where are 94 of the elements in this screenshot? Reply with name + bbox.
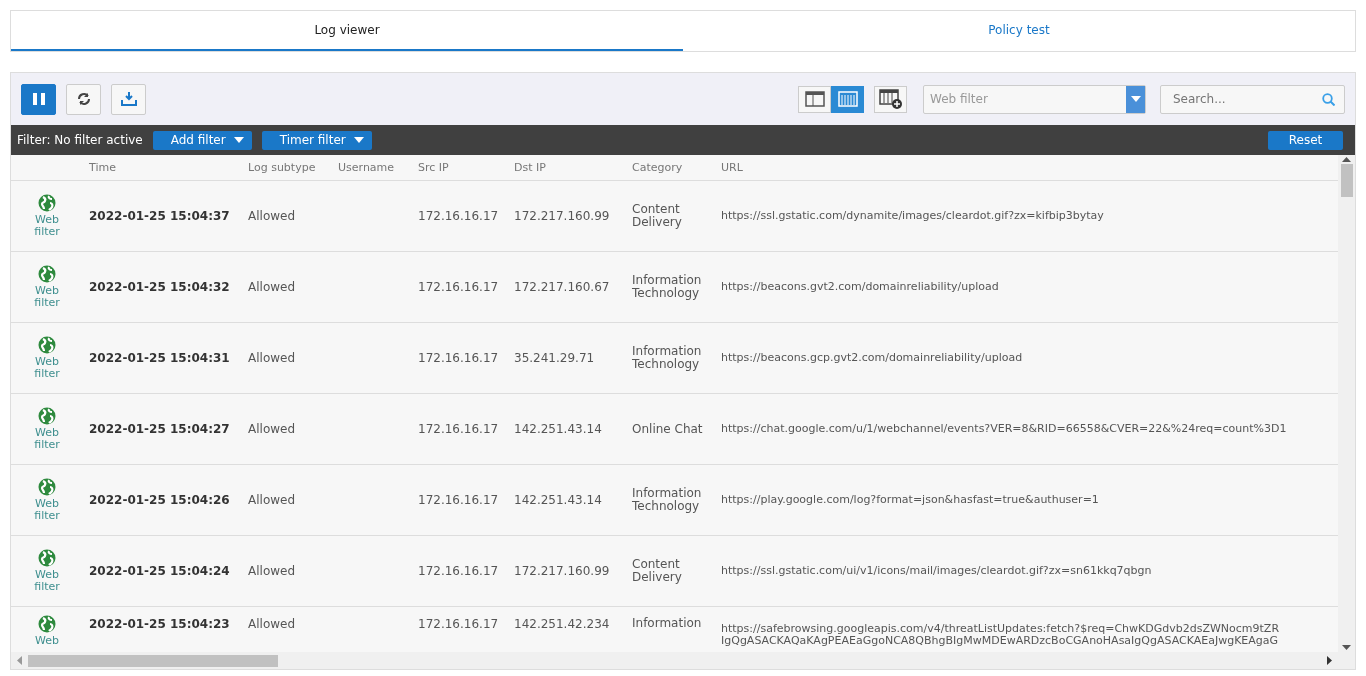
view-mode-button[interactable] <box>831 85 864 113</box>
table-cell-text: 2022-01-25 15:04:31 <box>88 350 231 367</box>
table-cell-text: 142.251.42.234 <box>513 616 611 633</box>
tab[interactable]: Log viewer <box>11 11 683 51</box>
table-cell-text: Allowed <box>247 616 297 633</box>
table-cell-text: Allowed <box>247 350 297 367</box>
log-module-label: Web filter <box>33 569 61 593</box>
url-text: https://play.google.com/log?format=json&hasfast=true&authuser=1 <box>721 494 1099 506</box>
table-cell-text: Information Technology <box>632 274 703 300</box>
globe-icon <box>38 194 56 212</box>
filter-dropdown-button[interactable]: Add filter <box>152 130 252 150</box>
column-header[interactable]: Time <box>83 155 242 181</box>
table-cell: Information <box>632 617 702 630</box>
url-text: https://beacons.gcp.gvt2.com/domainreliability/upload <box>721 352 1023 364</box>
add-column-button[interactable] <box>874 85 907 113</box>
scroll-thumb[interactable] <box>1340 164 1353 197</box>
table-cell-text: Information Technology <box>632 487 703 513</box>
layout-icon <box>804 91 825 107</box>
view-mode-button[interactable] <box>798 85 831 113</box>
table-cell-text: Information Technology <box>632 345 703 371</box>
table-cell-text: 172.16.16.17 <box>417 563 500 580</box>
caret-icon <box>353 137 364 143</box>
table-cell-text: Allowed <box>247 492 297 509</box>
globe-icon <box>38 615 56 633</box>
table-cell-text: 142.251.43.14 <box>513 421 603 438</box>
table-cell-text: Allowed <box>247 208 297 225</box>
vertical-scrollbar[interactable] <box>1338 155 1355 652</box>
table-cell-text: 172.16.16.17 <box>417 279 500 296</box>
table-cell-text: 2022-01-25 15:04:37 <box>88 208 231 225</box>
caret-icon <box>233 137 244 143</box>
globe-icon <box>38 549 56 567</box>
horizontal-scrollbar[interactable] <box>11 652 1355 669</box>
globe-icon <box>38 478 56 496</box>
url-text: https://beacons.gvt2.com/domainreliability/upload <box>721 281 999 293</box>
table-cell-text: Content Delivery <box>632 558 683 584</box>
scroll-right-icon[interactable] <box>1325 656 1334 665</box>
table-cell-text: 172.16.16.17 <box>417 350 500 367</box>
scroll-left-icon[interactable] <box>15 656 24 665</box>
log-module-label: Web filter <box>33 214 61 238</box>
log-module-label: Web filter <box>33 285 61 309</box>
reset-button[interactable]: Reset <box>1268 130 1343 150</box>
table-cell: Online Chat <box>632 422 703 436</box>
table-cell-text: 35.241.29.71 <box>513 350 596 367</box>
column-header[interactable]: Src IP <box>412 155 508 181</box>
table-cell-text: 2022-01-25 15:04:32 <box>88 279 231 296</box>
table-cell-text: 2022-01-25 15:04:23 <box>88 616 231 633</box>
column-header[interactable]: Dst IP <box>508 155 626 181</box>
filter-status: Filter: No filter active <box>17 133 143 147</box>
download-button[interactable] <box>111 83 146 115</box>
pause-icon <box>32 93 45 105</box>
table-cell-text: 2022-01-25 15:04:27 <box>88 421 231 438</box>
url-text: https://ssl.gstatic.com/ui/v1/icons/mail/images/cleardot.gif?zx=sn61kkq7qbgn <box>721 565 1152 577</box>
caret-icon <box>1130 96 1141 102</box>
url-text: https://chat.google.com/u/1/webchannel/events?VER=8&RID=66558&CVER=22&%24req=count%3D1 <box>721 423 1287 435</box>
scroll-thumb[interactable] <box>28 654 278 667</box>
table-cell-text: Content Delivery <box>632 203 683 229</box>
column-header[interactable]: Category <box>626 155 715 181</box>
url-text: https://safebrowsing.googleapis.com/v4/threatListUpdates:fetch?$req=ChwKDGdvb2dsZWNocm9tZR <box>721 623 1280 635</box>
table-cell-text: Allowed <box>247 421 297 438</box>
table-cell-text: 172.217.160.67 <box>513 279 611 296</box>
search-icon <box>1322 92 1335 106</box>
table-cell-text: 172.16.16.17 <box>417 492 500 509</box>
search-field[interactable]: Search... <box>1160 84 1345 114</box>
tab[interactable]: Policy test <box>683 11 1355 51</box>
table-cell-text: 142.251.43.14 <box>513 492 603 509</box>
columns-icon <box>837 91 858 107</box>
column-header[interactable]: URL <box>715 155 1338 181</box>
table-cell-text: 172.16.16.17 <box>417 208 500 225</box>
globe-icon <box>38 336 56 354</box>
module-dropdown[interactable]: Web filter <box>923 84 1146 114</box>
globe-icon <box>38 265 56 283</box>
table-cell-text: Allowed <box>247 279 297 296</box>
url-text: IgQgASACKAQaKAgPEAEaGgoNCA8QBhgBIgMwMDEwARDzcBoCGAnoHAsaIgQgASACKAEaJwgKEAgaG <box>721 635 1279 647</box>
globe-icon <box>38 407 56 425</box>
table-cell-text: Allowed <box>247 563 297 580</box>
table-cell-text: 2022-01-25 15:04:24 <box>88 563 231 580</box>
table-cell-text: 172.16.16.17 <box>417 421 500 438</box>
filter-dropdown-button[interactable]: Timer filter <box>261 130 372 150</box>
pause-button[interactable] <box>21 83 56 115</box>
table-cell-text: 2022-01-25 15:04:26 <box>88 492 231 509</box>
table-cell-text: 172.16.16.17 <box>417 616 500 633</box>
column-header[interactable]: Log subtype <box>242 155 332 181</box>
table-cell-text: 172.217.160.99 <box>513 563 611 580</box>
refresh-button[interactable] <box>66 83 101 115</box>
log-module-label: Web filter <box>33 427 61 451</box>
log-module-label: Web filter <box>33 356 61 380</box>
log-module-label: Web <box>34 635 60 647</box>
url-text: https://ssl.gstatic.com/dynamite/images/cleardot.gif?zx=kifbip3bytay <box>721 210 1104 222</box>
log-module-label: Web filter <box>33 498 61 522</box>
download-icon <box>120 91 137 107</box>
table-cell-text: 172.217.160.99 <box>513 208 611 225</box>
refresh-icon <box>76 92 91 106</box>
add-column-icon <box>878 89 903 109</box>
column-header[interactable]: Username <box>332 155 412 181</box>
